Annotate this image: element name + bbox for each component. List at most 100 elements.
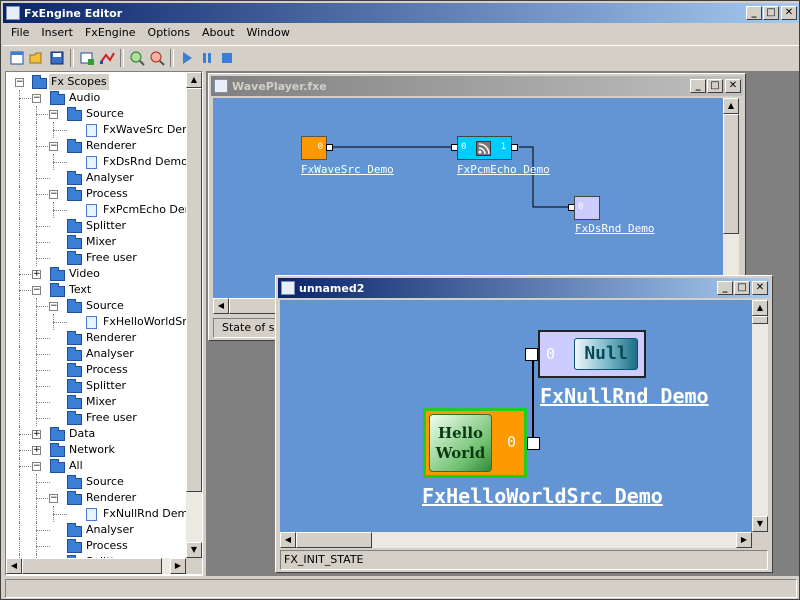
app-titlebar[interactable]: FxEngine Editor _ □ ✕ [3, 3, 799, 23]
tree-item[interactable]: Splitter [6, 378, 186, 394]
unnamed2-vscroll-thumb[interactable] [752, 316, 768, 324]
connect-icon[interactable] [97, 48, 117, 68]
folder-icon [50, 459, 65, 473]
collapse-icon[interactable]: − [32, 286, 41, 295]
unnamed2-vscroll[interactable] [752, 300, 768, 532]
node-nullrnd[interactable]: 0 Null [538, 330, 646, 378]
tree-scroll-right[interactable]: ▶ [170, 558, 186, 574]
tree-item[interactable]: − Source [6, 106, 186, 122]
tree-item[interactable]: Source [6, 474, 186, 490]
menu-options[interactable]: Options [142, 24, 196, 43]
node-pin-label: 0 [578, 202, 584, 212]
node-helloworld[interactable]: Hello World 0 [423, 408, 527, 478]
unnamed2-titlebar[interactable]: unnamed2 _ □ ✕ [278, 278, 770, 298]
waveplayer-scroll-up[interactable]: ▲ [723, 98, 739, 114]
tree-item[interactable]: FxDsRnd Demo [6, 154, 186, 170]
expand-icon[interactable]: + [32, 270, 41, 279]
expand-icon[interactable]: + [32, 446, 41, 455]
tree-item[interactable]: FxPcmEcho Demo [6, 202, 186, 218]
stop-icon[interactable] [217, 48, 237, 68]
menu-file[interactable]: File [3, 24, 35, 43]
unnamed2-scroll-up[interactable]: ▲ [752, 300, 768, 316]
tree-item[interactable]: − Process [6, 186, 186, 202]
collapse-icon[interactable]: − [49, 110, 58, 119]
tree-item[interactable]: − Source [6, 298, 186, 314]
zoom-in-icon[interactable] [127, 48, 147, 68]
collapse-icon[interactable]: − [49, 190, 58, 199]
node-wavesrc[interactable]: 0 [301, 136, 327, 160]
tree-vscroll-thumb[interactable] [186, 88, 202, 492]
tree-scroll-left[interactable]: ◀ [6, 558, 22, 574]
tree-item[interactable]: Renderer [6, 330, 186, 346]
tree-item[interactable]: FxWaveSrc Demo [6, 122, 186, 138]
pause-icon[interactable] [197, 48, 217, 68]
collapse-icon[interactable]: − [32, 462, 41, 471]
menu-about[interactable]: About [196, 24, 241, 43]
collapse-icon[interactable]: − [32, 94, 41, 103]
waveplayer-minimize[interactable]: _ [690, 79, 706, 93]
menu-window[interactable]: Window [241, 24, 296, 43]
tree-guide-line [36, 242, 50, 243]
unnamed2-minimize[interactable]: _ [717, 281, 733, 295]
unnamed2-hscroll-thumb[interactable] [296, 532, 372, 548]
waveplayer-close[interactable]: ✕ [725, 79, 741, 93]
play-icon[interactable] [177, 48, 197, 68]
tree-item[interactable]: Free user [6, 250, 186, 266]
tree-item[interactable]: + Network [6, 442, 186, 458]
tree-item[interactable]: − Renderer [6, 138, 186, 154]
output-pin[interactable] [511, 144, 518, 151]
maximize-button[interactable]: □ [763, 6, 779, 20]
tree-item[interactable]: Mixer [6, 394, 186, 410]
unnamed2-scroll-down[interactable]: ▼ [752, 516, 768, 532]
unnamed2-close[interactable]: ✕ [752, 281, 768, 295]
tree-root[interactable]: − Fx Scopes [6, 74, 186, 90]
tree-item[interactable]: − All [6, 458, 186, 474]
tree-scroll-down[interactable]: ▼ [186, 542, 202, 558]
unnamed2-scroll-right[interactable]: ▶ [736, 532, 752, 548]
tree-item[interactable]: FxNullRnd Demo [6, 506, 186, 522]
unnamed2-canvas[interactable]: 0 Null FxNullRnd Demo Hello World 0 FxHe… [280, 300, 752, 532]
tree-item[interactable]: Analyser [6, 170, 186, 186]
waveplayer-canvas[interactable]: 0 FxWaveSrc Demo 0 1 FxPcmEcho Demo 0 Fx… [213, 98, 723, 298]
new-icon[interactable] [7, 48, 27, 68]
expand-icon[interactable]: + [32, 430, 41, 439]
tree-item[interactable]: − Text [6, 282, 186, 298]
add-filter-icon[interactable] [77, 48, 97, 68]
tree-item[interactable]: + Video [6, 266, 186, 282]
unnamed2-scroll-left[interactable]: ◀ [280, 532, 296, 548]
tree-item[interactable]: Analyser [6, 522, 186, 538]
input-pin[interactable] [525, 348, 538, 361]
open-icon[interactable] [27, 48, 47, 68]
tree-item[interactable]: FxHelloWorldSrc [6, 314, 186, 330]
collapse-icon[interactable]: − [15, 78, 24, 87]
waveplayer-maximize[interactable]: □ [707, 79, 723, 93]
waveplayer-vscroll-thumb[interactable] [723, 114, 739, 234]
node-pcmecho[interactable]: 0 1 [457, 136, 512, 160]
tree-item[interactable]: Process [6, 538, 186, 554]
tree-scroll-up[interactable]: ▲ [186, 72, 202, 88]
tree-item[interactable]: + Data [6, 426, 186, 442]
output-pin[interactable] [326, 144, 333, 151]
menu-insert[interactable]: Insert [35, 24, 79, 43]
tree-item[interactable]: Mixer [6, 234, 186, 250]
waveplayer-titlebar[interactable]: WavePlayer.fxe _ □ ✕ [211, 76, 743, 96]
tree-item[interactable]: Free user [6, 410, 186, 426]
waveplayer-scroll-left[interactable]: ◀ [213, 298, 229, 314]
output-pin[interactable] [527, 437, 540, 450]
save-icon[interactable] [47, 48, 67, 68]
tree-item[interactable]: Splitter [6, 218, 186, 234]
tree-item[interactable]: − Audio [6, 90, 186, 106]
remove-icon[interactable] [147, 48, 167, 68]
close-button[interactable]: ✕ [781, 6, 797, 20]
minimize-button[interactable]: _ [746, 6, 762, 20]
unnamed2-maximize[interactable]: □ [734, 281, 750, 295]
collapse-icon[interactable]: − [49, 142, 58, 151]
tree-hscroll-thumb[interactable] [22, 558, 162, 574]
tree-item[interactable]: − Renderer [6, 490, 186, 506]
collapse-icon[interactable]: − [49, 494, 58, 503]
node-dsrnd[interactable]: 0 [574, 196, 600, 220]
collapse-icon[interactable]: − [49, 302, 58, 311]
tree-item[interactable]: Analyser [6, 346, 186, 362]
menu-fxengine[interactable]: FxEngine [79, 24, 142, 43]
tree-item[interactable]: Process [6, 362, 186, 378]
